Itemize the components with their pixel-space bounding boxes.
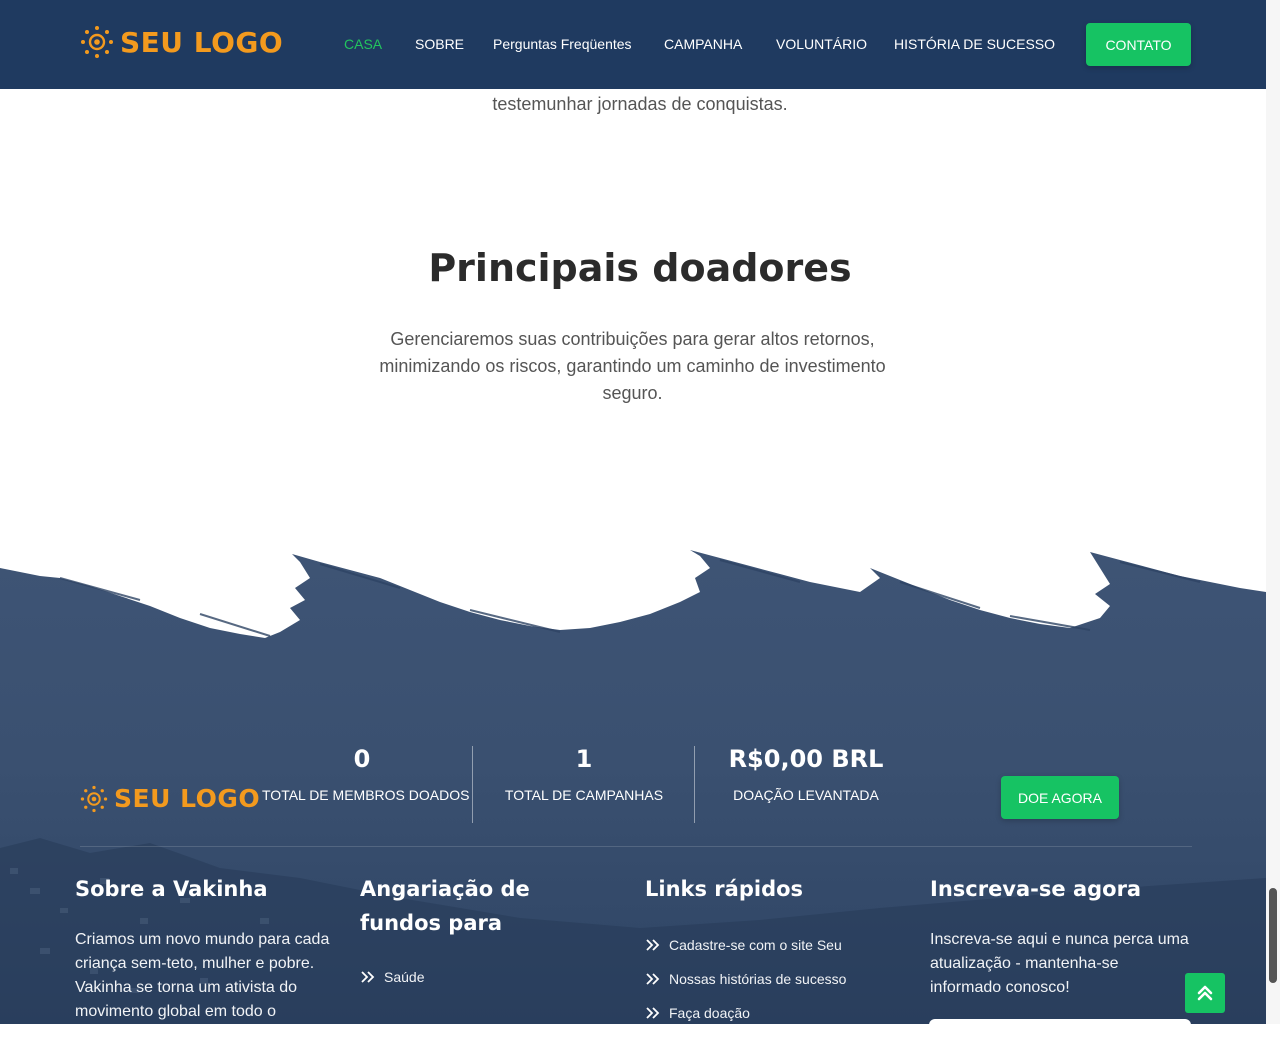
- site-header: SEU LOGO CASA SOBRE Perguntas Freqüentes…: [0, 0, 1280, 89]
- quick-link-donate[interactable]: Faça doação: [645, 996, 905, 1030]
- scrollbar-thumb[interactable]: [1269, 888, 1277, 983]
- double-chevron-right-icon: [361, 971, 375, 983]
- nav-item-casa[interactable]: CASA: [344, 36, 382, 52]
- nav-item-faq[interactable]: Perguntas Freqüentes: [493, 36, 632, 52]
- footer-logo[interactable]: SEU LOGO: [80, 784, 260, 813]
- stat-campaigns: 1 TOTAL DE CAMPANHAS: [484, 745, 684, 803]
- double-chevron-up-icon: [1197, 985, 1213, 1001]
- subscribe-title: Inscreva-se agora: [930, 877, 1142, 901]
- quick-link-signup[interactable]: Cadastre-se com o site Seu: [645, 928, 905, 962]
- footer-quick-links-column: Links rápidos Cadastre-se com o site Seu…: [645, 872, 905, 1030]
- footer-fundraising-column: Angariação de fundos para Saúde: [360, 872, 610, 994]
- logo-sun-icon: [80, 785, 108, 812]
- about-title: Sobre a Vakinha: [75, 877, 268, 901]
- double-chevron-right-icon: [646, 1007, 660, 1019]
- fundraising-links: Saúde: [360, 960, 610, 994]
- page-scrollbar[interactable]: [1266, 0, 1280, 1024]
- stat-raised: R$0,00 BRL DOAÇÃO LEVANTADA: [706, 745, 906, 803]
- quick-links-list: Cadastre-se com o site Seu Nossas histór…: [645, 928, 905, 1030]
- intro-paragraph-tail: testemunhar jornadas de conquistas.: [492, 94, 788, 114]
- stat-label: TOTAL DE MEMBROS DOADOS: [262, 787, 470, 803]
- top-donors-description: Gerenciaremos suas contribuições para ge…: [379, 329, 886, 403]
- site-footer: SEU LOGO 0 TOTAL DE MEMBROS DOADOS 1 TOT…: [0, 548, 1280, 1024]
- subscribe-text: Inscreva-se aqui e nunca perca uma atual…: [930, 931, 1189, 996]
- double-chevron-right-icon: [646, 973, 660, 985]
- footer-logo-text: SEU LOGO: [114, 784, 261, 813]
- quick-links-title: Links rápidos: [645, 877, 804, 901]
- nav-item-campanha[interactable]: CAMPANHA: [664, 36, 742, 52]
- stat-divider: [694, 746, 695, 823]
- link-label: Cadastre-se com o site Seu: [669, 937, 842, 953]
- footer-subscribe-column: Inscreva-se agora Inscreva-se aqui e nun…: [930, 872, 1192, 1000]
- stat-value: 0: [353, 745, 371, 773]
- fundraising-link-saude[interactable]: Saúde: [360, 960, 610, 994]
- nav-item-voluntario[interactable]: VOLUNTÁRIO: [776, 36, 867, 52]
- stat-divider: [472, 746, 473, 823]
- back-to-top-button[interactable]: [1185, 973, 1225, 1013]
- fundraising-title: Angariação de fundos para: [360, 877, 530, 935]
- donate-now-button[interactable]: DOE AGORA: [1001, 776, 1119, 819]
- stat-donor-members: 0 TOTAL DE MEMBROS DOADOS: [262, 745, 470, 803]
- stat-value: 1: [575, 745, 593, 773]
- stat-value: R$0,00 BRL: [728, 745, 884, 773]
- nav-item-historia[interactable]: HISTÓRIA DE SUCESSO: [894, 36, 1055, 52]
- about-text: Criamos um novo mundo para cada criança …: [75, 931, 330, 1020]
- footer-about-column: Sobre a Vakinha Criamos um novo mundo pa…: [75, 872, 345, 1024]
- footer-divider: [80, 846, 1192, 847]
- link-label: Nossas histórias de sucesso: [669, 971, 847, 987]
- nav-item-sobre[interactable]: SOBRE: [415, 36, 464, 52]
- quick-link-success-stories[interactable]: Nossas histórias de sucesso: [645, 962, 905, 996]
- link-label: Saúde: [384, 969, 425, 985]
- link-label: Faça doação: [669, 1005, 750, 1021]
- contact-button[interactable]: CONTATO: [1086, 23, 1191, 66]
- top-donors-title: Principais doadores: [428, 246, 852, 290]
- stat-label: TOTAL DE CAMPANHAS: [504, 787, 664, 803]
- double-chevron-right-icon: [646, 939, 660, 951]
- stat-label: DOAÇÃO LEVANTADA: [733, 787, 879, 803]
